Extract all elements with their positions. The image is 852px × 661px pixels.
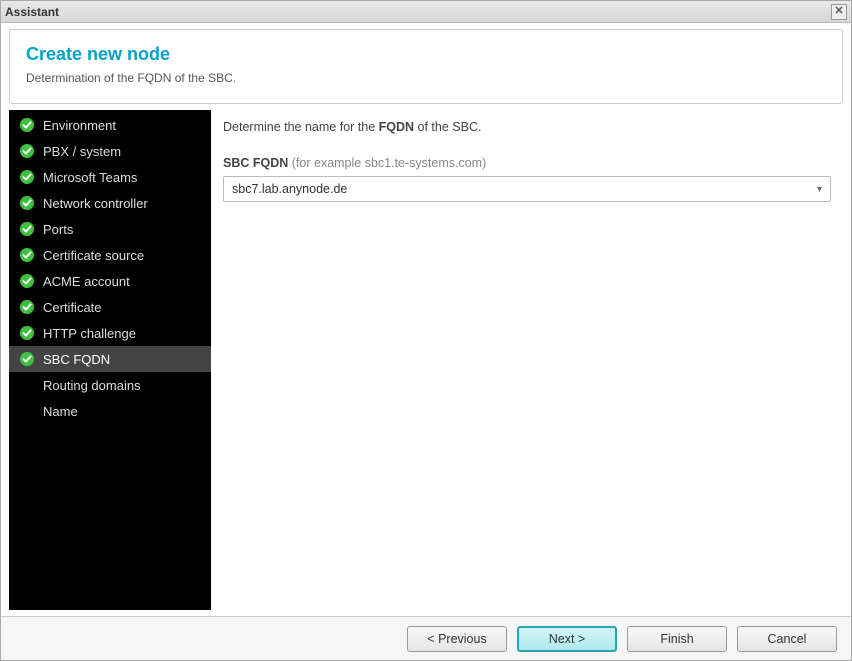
check-icon — [19, 221, 35, 237]
check-icon — [19, 117, 35, 133]
previous-button[interactable]: < Previous — [407, 626, 507, 652]
instruction-pre: Determine the name for the — [223, 120, 379, 134]
step-icon-placeholder — [19, 403, 35, 419]
titlebar: Assistant ✕ — [1, 1, 851, 23]
wizard-sidebar: Environment PBX / system Microsoft Teams Ne… — [9, 110, 211, 610]
sidebar-step-label: Microsoft Teams — [43, 170, 137, 185]
check-icon — [19, 195, 35, 211]
sidebar-step-routing-domains[interactable]: Routing domains — [9, 372, 211, 398]
check-icon — [19, 273, 35, 289]
check-icon — [19, 299, 35, 315]
assistant-dialog: Assistant ✕ Create new node Determinatio… — [0, 0, 852, 661]
chevron-down-icon: ▾ — [817, 184, 822, 195]
instruction-bold: FQDN — [379, 120, 414, 134]
sidebar-step-label: Routing domains — [43, 378, 141, 393]
check-icon — [19, 169, 35, 185]
sidebar-step-certificate-source[interactable]: Certificate source — [9, 242, 211, 268]
close-button[interactable]: ✕ — [831, 4, 847, 20]
check-icon — [19, 247, 35, 263]
sidebar-step-sbc-fqdn[interactable]: SBC FQDN — [9, 346, 211, 372]
sidebar-step-label: PBX / system — [43, 144, 121, 159]
check-icon — [19, 351, 35, 367]
sbc-fqdn-dropdown[interactable]: sbc7.lab.anynode.de ▾ — [223, 176, 831, 202]
sidebar-step-http-challenge[interactable]: HTTP challenge — [9, 320, 211, 346]
field-label: SBC FQDN (for example sbc1.te-systems.co… — [223, 156, 831, 170]
finish-button[interactable]: Finish — [627, 626, 727, 652]
close-icon: ✕ — [834, 6, 843, 17]
dialog-header: Create new node Determination of the FQD… — [9, 29, 843, 104]
sidebar-step-environment[interactable]: Environment — [9, 112, 211, 138]
step-icon-placeholder — [19, 377, 35, 393]
sidebar-step-certificate[interactable]: Certificate — [9, 294, 211, 320]
sidebar-step-label: Network controller — [43, 196, 148, 211]
check-icon — [19, 325, 35, 341]
sidebar-step-label: Certificate source — [43, 248, 144, 263]
next-button[interactable]: Next > — [517, 626, 617, 652]
sidebar-step-label: HTTP challenge — [43, 326, 136, 341]
field-label-hint: (for example sbc1.te-systems.com) — [292, 156, 487, 170]
cancel-button[interactable]: Cancel — [737, 626, 837, 652]
dialog-footer: < Previous Next > Finish Cancel — [1, 616, 851, 660]
sidebar-step-microsoft-teams[interactable]: Microsoft Teams — [9, 164, 211, 190]
check-icon — [19, 143, 35, 159]
sidebar-step-ports[interactable]: Ports — [9, 216, 211, 242]
dropdown-value: sbc7.lab.anynode.de — [232, 182, 347, 196]
page-subtitle: Determination of the FQDN of the SBC. — [26, 71, 826, 85]
sidebar-step-label: Name — [43, 404, 78, 419]
dialog-body: Environment PBX / system Microsoft Teams Ne… — [9, 110, 843, 610]
instruction-post: of the SBC. — [414, 120, 481, 134]
page-title: Create new node — [26, 44, 826, 65]
sidebar-step-pbx-system[interactable]: PBX / system — [9, 138, 211, 164]
content-panel: Determine the name for the FQDN of the S… — [211, 110, 843, 610]
sidebar-step-label: Ports — [43, 222, 73, 237]
sidebar-step-name[interactable]: Name — [9, 398, 211, 424]
sidebar-step-network-controller[interactable]: Network controller — [9, 190, 211, 216]
sidebar-step-label: Certificate — [43, 300, 102, 315]
sidebar-step-label: Environment — [43, 118, 116, 133]
sidebar-step-label: ACME account — [43, 274, 130, 289]
sidebar-step-acme-account[interactable]: ACME account — [9, 268, 211, 294]
instruction-text: Determine the name for the FQDN of the S… — [223, 120, 831, 134]
sidebar-step-label: SBC FQDN — [43, 352, 110, 367]
field-label-strong: SBC FQDN — [223, 156, 288, 170]
window-title: Assistant — [5, 5, 59, 19]
